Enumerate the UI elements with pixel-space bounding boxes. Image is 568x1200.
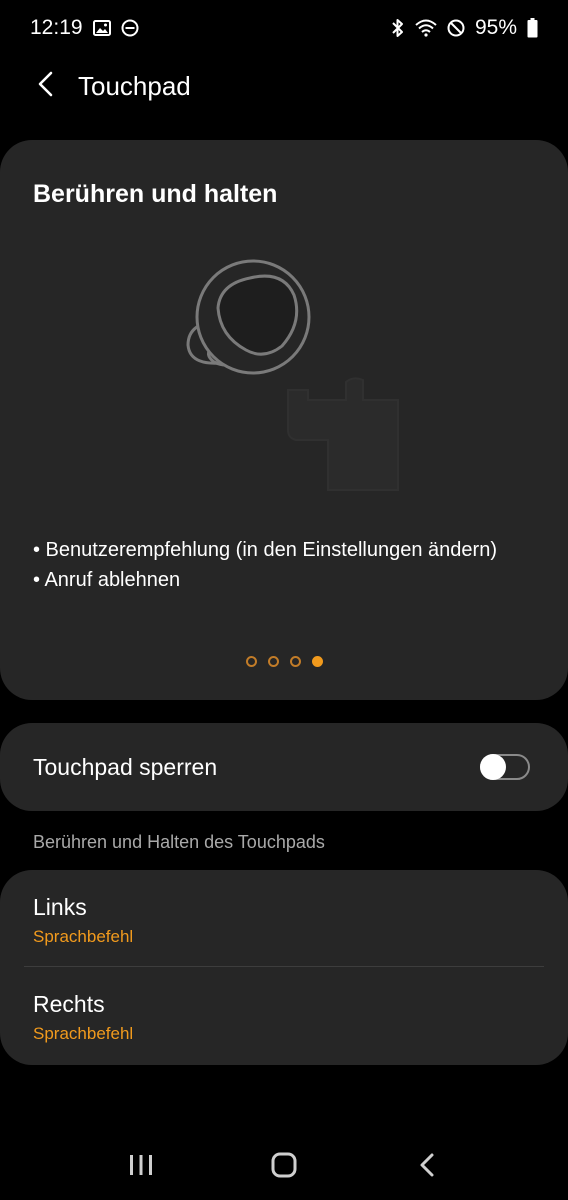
navigation-bar [0, 1135, 568, 1200]
page-dot[interactable] [289, 656, 301, 667]
chevron-left-icon [37, 71, 55, 102]
home-icon [270, 1151, 298, 1184]
recent-apps-icon [128, 1153, 154, 1182]
bluetooth-icon [391, 18, 405, 38]
tutorial-line-2: • Anruf ablehnen [33, 569, 181, 591]
do-not-disturb-icon [121, 19, 139, 37]
tutorial-title: Berühren und halten [33, 180, 278, 208]
back-button[interactable] [26, 66, 66, 106]
list-item-title: Links [33, 894, 87, 920]
earbud-touch-icon [178, 250, 408, 505]
section-header: Berühren und Halten des Touchpads [33, 832, 325, 852]
toggle-knob [480, 754, 506, 780]
home-button[interactable] [254, 1138, 314, 1198]
page-title: Touchpad [78, 70, 191, 101]
status-left: 12:19 [30, 16, 139, 40]
list-item-title: Rechts [33, 991, 105, 1017]
lock-touchpad-toggle[interactable] [480, 754, 530, 780]
page-indicator [0, 656, 568, 670]
list-item-subtitle: Sprachbefehl [33, 1024, 134, 1043]
page-dot-active[interactable] [311, 656, 323, 667]
battery-icon [527, 18, 538, 38]
list-item-subtitle: Sprachbefehl [33, 927, 134, 946]
recent-apps-button[interactable] [111, 1138, 171, 1198]
image-icon [92, 20, 111, 36]
status-time: 12:19 [30, 16, 83, 39]
list-item-left[interactable]: Links Sprachbefehl [0, 870, 568, 966]
tutorial-line-1: • Benutzerempfehlung (in den Einstellung… [33, 539, 497, 561]
wifi-icon [415, 19, 437, 37]
screen: 12:19 95% Touchpad Berühren und halten •… [0, 0, 568, 1200]
status-bar: 12:19 95% [0, 0, 568, 56]
status-right: 95% [391, 16, 538, 40]
blocked-icon [447, 19, 465, 37]
tutorial-description: • Benutzerempfehlung (in den Einstellung… [33, 535, 533, 595]
page-dot[interactable] [267, 656, 279, 667]
app-header: Touchpad [0, 56, 568, 116]
back-icon [418, 1152, 436, 1183]
list-item-right[interactable]: Rechts Sprachbefehl [0, 967, 568, 1063]
touch-hold-list: Links Sprachbefehl Rechts Sprachbefehl [0, 870, 568, 1065]
lock-touchpad-row[interactable]: Touchpad sperren [0, 723, 568, 811]
nav-back-button[interactable] [397, 1138, 457, 1198]
battery-percent: 95% [474, 16, 517, 39]
lock-touchpad-label: Touchpad sperren [33, 753, 218, 780]
page-dot[interactable] [245, 656, 257, 667]
